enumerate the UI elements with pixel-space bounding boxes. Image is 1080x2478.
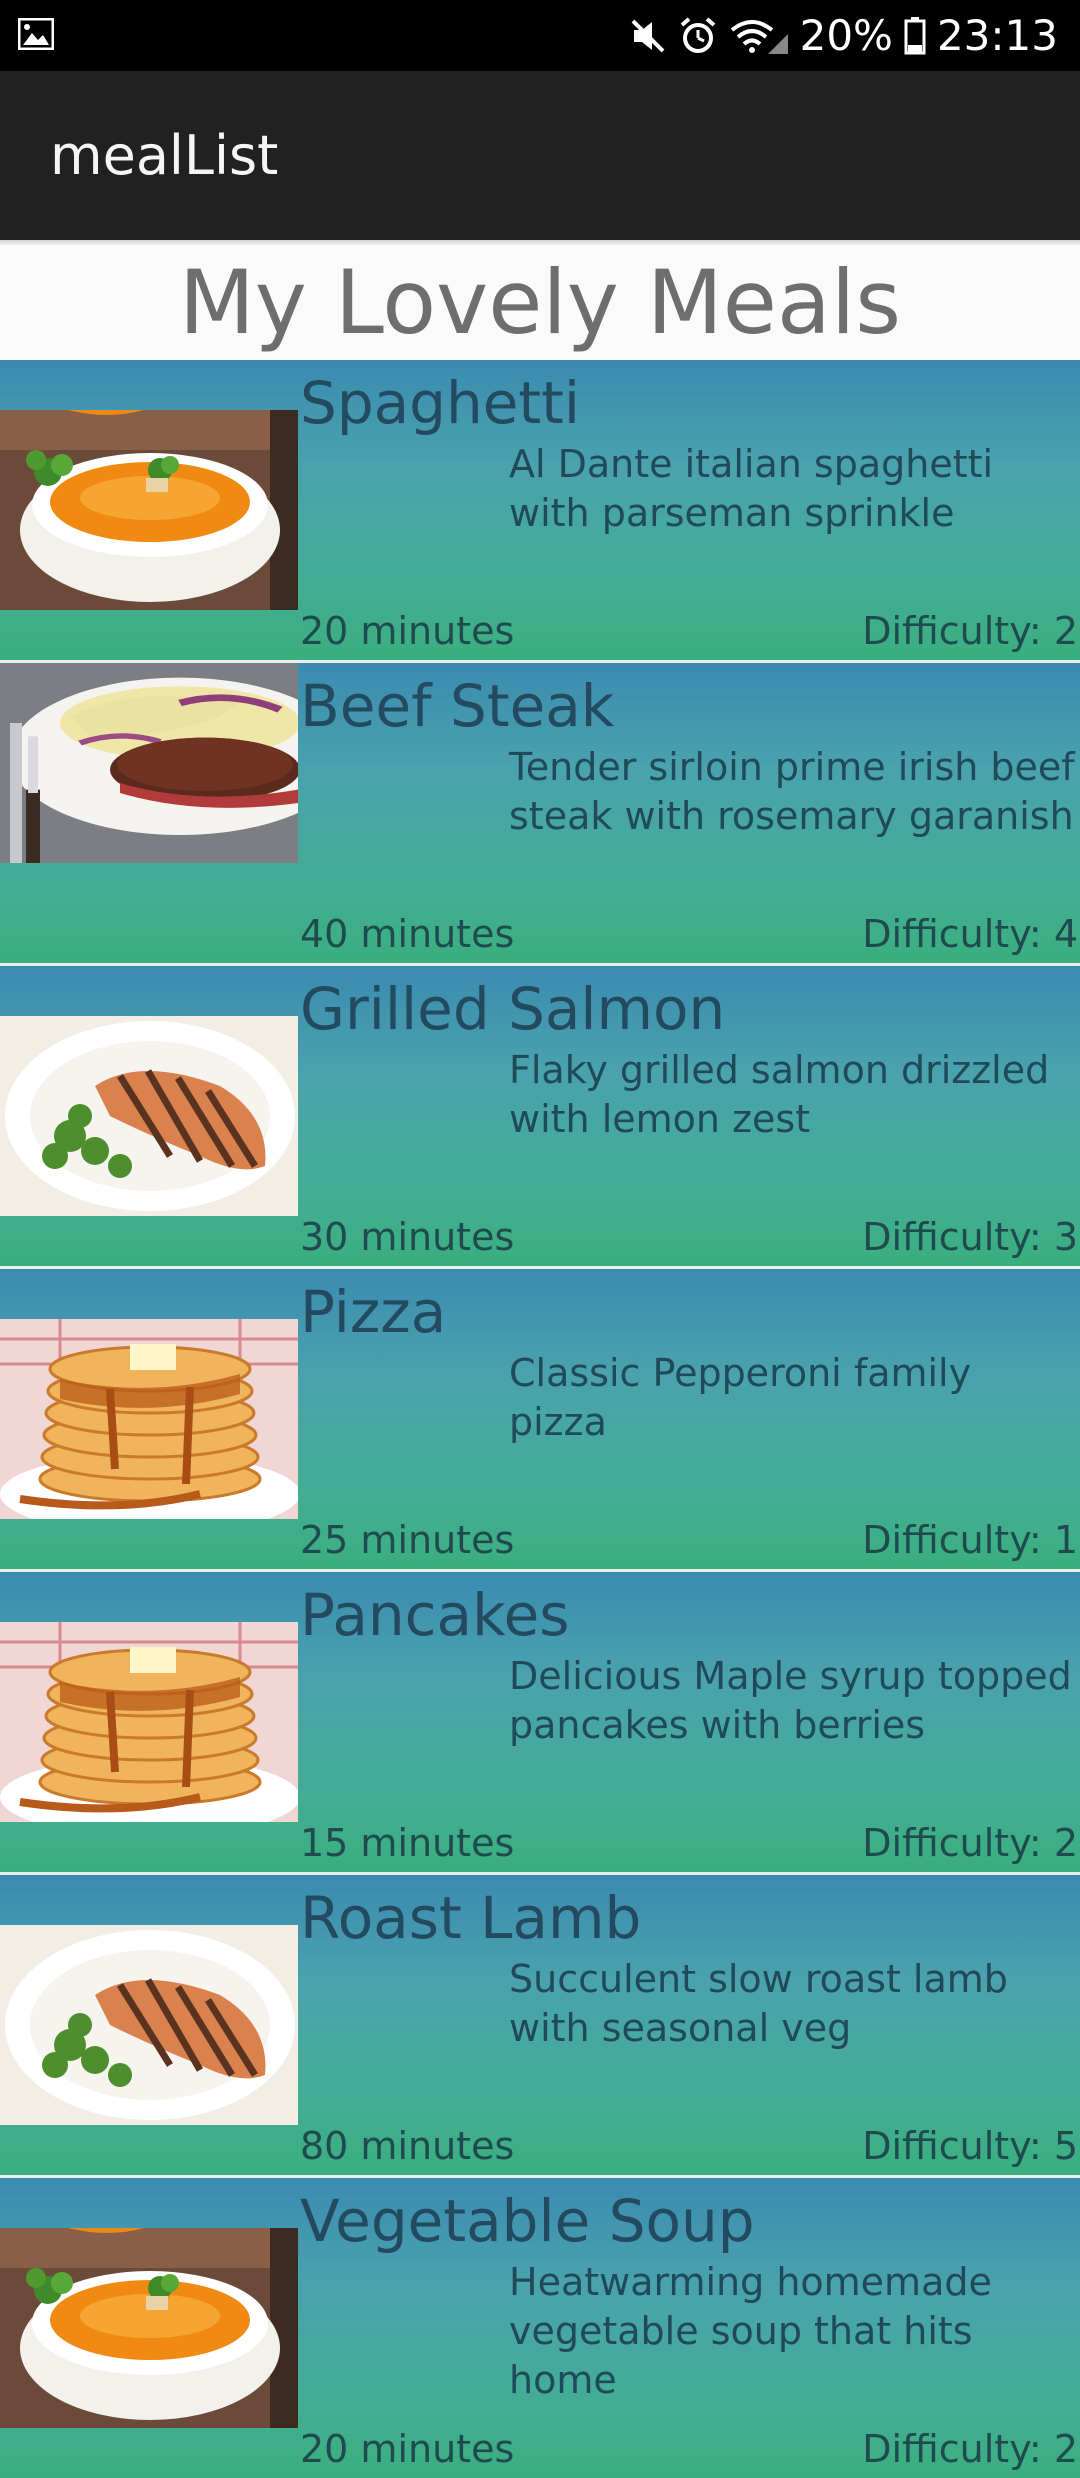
meal-time: 30 minutes xyxy=(300,1215,515,1259)
wifi-icon xyxy=(728,16,790,56)
app-bar: mealList xyxy=(0,71,1080,240)
meal-difficulty: Difficulty: 2 xyxy=(862,2427,1078,2471)
meal-time: 40 minutes xyxy=(300,912,515,956)
meal-time: 15 minutes xyxy=(300,1821,515,1865)
meal-description: Tender sirloin prime irish beef steak wi… xyxy=(509,745,1075,838)
meal-description: Delicious Maple syrup topped pancakes wi… xyxy=(509,1654,1072,1747)
meal-difficulty: Difficulty: 4 xyxy=(862,912,1078,956)
list-item[interactable]: Pizza Classic Pepperoni family pizza 25 … xyxy=(0,1269,1080,1569)
meal-description: Succulent slow roast lamb with seasonal … xyxy=(509,1957,1008,2050)
meal-difficulty: Difficulty: 2 xyxy=(862,1821,1078,1865)
meal-time: 25 minutes xyxy=(300,1518,515,1562)
battery-icon xyxy=(903,16,927,56)
soup-image xyxy=(0,2228,298,2428)
list-item[interactable]: Vegetable Soup Heatwarming homemade vege… xyxy=(0,2178,1080,2478)
battery-percent: 20% xyxy=(799,11,893,60)
meal-difficulty: Difficulty: 5 xyxy=(862,2124,1078,2168)
meal-time: 20 minutes xyxy=(300,609,515,653)
meal-description: Heatwarming homemade vegetable soup that… xyxy=(509,2260,992,2402)
list-item[interactable]: Spaghetti Al Dante italian spaghetti wit… xyxy=(0,360,1080,660)
list-item[interactable]: Beef Steak Tender sirloin prime irish be… xyxy=(0,663,1080,963)
meal-list[interactable]: Spaghetti Al Dante italian spaghetti wit… xyxy=(0,360,1080,2478)
pancakes-image xyxy=(0,1622,298,1822)
meal-time: 80 minutes xyxy=(300,2124,515,2168)
list-item[interactable]: Pancakes Delicious Maple syrup topped pa… xyxy=(0,1572,1080,1872)
list-item[interactable]: Grilled Salmon Flaky grilled salmon driz… xyxy=(0,966,1080,1266)
list-item[interactable]: Roast Lamb Succulent slow roast lamb wit… xyxy=(0,1875,1080,2175)
status-bar: 20% 23:13 xyxy=(0,0,1080,71)
meal-name: Beef Steak xyxy=(300,672,615,740)
app-title: mealList xyxy=(50,124,279,187)
meal-difficulty: Difficulty: 2 xyxy=(862,609,1078,653)
meal-name: Pizza xyxy=(300,1278,447,1346)
meal-description: Flaky grilled salmon drizzled with lemon… xyxy=(509,1048,1050,1141)
mute-icon xyxy=(628,16,668,56)
meal-difficulty: Difficulty: 3 xyxy=(862,1215,1078,1259)
steak-image xyxy=(0,663,298,963)
meal-description: Classic Pepperoni family pizza xyxy=(509,1351,972,1444)
meal-name: Roast Lamb xyxy=(300,1884,642,1952)
meal-difficulty: Difficulty: 1 xyxy=(862,1518,1078,1562)
meal-name: Vegetable Soup xyxy=(300,2187,755,2255)
clock: 23:13 xyxy=(936,11,1058,60)
soup-image xyxy=(0,410,298,610)
salmon-image xyxy=(0,1925,298,2125)
meal-name: Spaghetti xyxy=(300,369,581,437)
image-notification-icon xyxy=(17,17,55,51)
alarm-icon xyxy=(678,16,718,56)
salmon-image xyxy=(0,1016,298,1216)
meal-description: Al Dante italian spaghetti with parseman… xyxy=(509,442,994,535)
meal-name: Grilled Salmon xyxy=(300,975,726,1043)
pancakes-image xyxy=(0,1319,298,1519)
meal-name: Pancakes xyxy=(300,1581,570,1649)
page-title: My Lovely Meals xyxy=(178,251,902,354)
meal-time: 20 minutes xyxy=(300,2427,515,2471)
